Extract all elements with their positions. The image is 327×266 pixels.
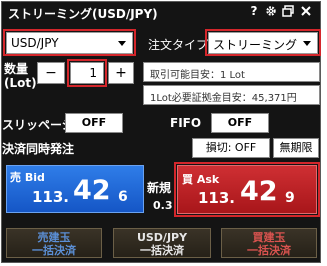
stoploss-button[interactable]: 損切: OFF (192, 138, 270, 158)
slippage-label: スリッページ (2, 118, 74, 132)
required-margin-text: 1Lot必要証拠金目安：45,371円 (150, 93, 297, 104)
order-type-label: 注文タイプ (148, 38, 209, 52)
bid-price-last-digit: 6 (118, 189, 128, 205)
spread-value: 0.3 (153, 199, 173, 212)
close-icon[interactable] (299, 4, 313, 18)
streaming-order-window: ストリーミング(USD/JPY) ? USD/JPY 注文タイプ ストリーミング… (1, 1, 321, 263)
ask-price-prefix: 113. (198, 189, 236, 207)
chevron-down-icon (118, 41, 126, 46)
tradable-estimate-box: 取引可能目安：1 Lot (143, 62, 320, 82)
slippage-toggle[interactable]: OFF (65, 113, 123, 133)
restore-icon[interactable] (281, 4, 295, 18)
sell-position-bulk-settle-button[interactable]: 売建玉 一括決済 (6, 228, 102, 258)
symbol-select-value: USD/JPY (11, 36, 59, 50)
symbol-select[interactable]: USD/JPY (6, 32, 133, 54)
order-type-select-value: ストリーミング (213, 38, 298, 52)
pair-bulk-settle-button[interactable]: USD/JPY 一括決済 (113, 228, 211, 258)
bid-price-main: 42 (73, 175, 111, 206)
ask-price-last-digit: 9 (285, 190, 295, 206)
quantity-label: 数量 (Lot) (4, 62, 37, 90)
tradable-estimate-text: 取引可能目安：1 Lot (150, 70, 245, 81)
expiry-button[interactable]: 無期限 (273, 138, 319, 158)
quantity-input[interactable]: 1 (70, 62, 104, 84)
help-icon[interactable]: ? (247, 4, 261, 18)
quantity-increment-button[interactable]: + (108, 62, 134, 84)
required-margin-box: 1Lot必要証拠金目安：45,371円 (143, 85, 320, 105)
window-title: ストリーミング(USD/JPY) (8, 7, 158, 21)
spread-label: 新規 (147, 181, 172, 195)
order-type-select[interactable]: ストリーミング (208, 32, 318, 54)
settlement-label: 決済同時発注 (2, 142, 75, 156)
gear-icon[interactable] (264, 4, 278, 18)
ask-buy-button[interactable]: 買 Ask 113. 42 9 (177, 165, 317, 214)
bid-price-prefix: 113. (32, 188, 70, 206)
bid-side-label: 売 Bid (10, 171, 45, 184)
quantity-decrement-button[interactable]: − (37, 62, 65, 84)
chevron-down-icon (303, 41, 311, 46)
fifo-label: FIFO (170, 116, 202, 130)
bid-sell-button[interactable]: 売 Bid 113. 42 6 (6, 165, 144, 213)
fifo-toggle[interactable]: OFF (211, 113, 269, 133)
ask-side-label: 買 Ask (182, 173, 220, 186)
ask-price-main: 42 (240, 176, 278, 207)
buy-position-bulk-settle-button[interactable]: 買建玉 一括決済 (221, 228, 317, 258)
